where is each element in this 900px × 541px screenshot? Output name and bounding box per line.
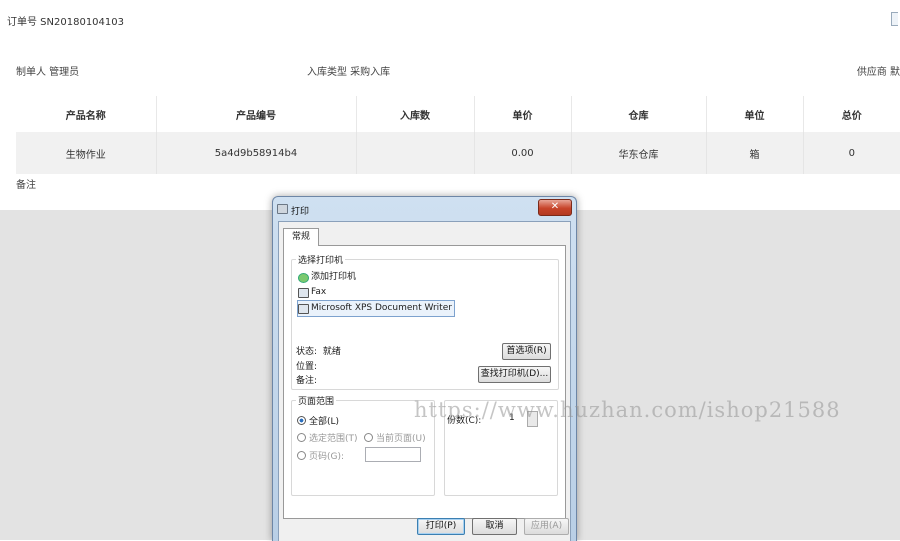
supplier-field: 供应商 默	[856, 67, 900, 78]
stock-in-type-field: 入库类型 采购入库	[307, 67, 391, 78]
printer-item-label: Fax	[311, 287, 327, 297]
tab-panel-general: 选择打印机 添加打印机 Fax Microsoft XPS Document W…	[283, 245, 566, 519]
status-row: 状态: 就绪	[296, 344, 341, 357]
watermark-text: https://www.huzhan.com/ishop21588	[414, 398, 841, 422]
header-unit-price: 单价	[474, 96, 572, 132]
printer-item-add[interactable]: 添加打印机	[298, 270, 556, 285]
order-number: 订单号 SN20180104103	[7, 17, 124, 28]
remark-label: 备注	[16, 180, 36, 191]
cell-total: 0	[803, 132, 900, 174]
print-icon[interactable]	[891, 12, 898, 26]
pages-input[interactable]	[365, 447, 421, 462]
printer-list[interactable]: 添加打印机 Fax Microsoft XPS Document Writer	[294, 264, 556, 317]
order-page: 订单号 SN20180104103 制单人 管理员 入库类型 采购入库 供应商 …	[0, 0, 900, 210]
table-header-row: 产品名称 产品编号 入库数 单价 仓库 单位 总价	[16, 96, 900, 132]
status-label: 状态:	[296, 347, 318, 357]
range-selection-label: 选定范围(T)	[309, 434, 358, 444]
status-value: 就绪	[322, 347, 341, 357]
header-total: 总价	[803, 96, 900, 132]
close-button[interactable]: ✕	[538, 199, 572, 216]
radio-icon	[297, 451, 306, 460]
range-all-radio[interactable]: 全部(L)	[297, 414, 339, 427]
close-icon: ✕	[550, 201, 560, 212]
location-label: 位置:	[296, 362, 318, 372]
apply-button[interactable]: 应用(A)	[524, 518, 569, 535]
table-row: 生物作业 5a4d9b58914b4 0.00 华东仓库 箱 0	[16, 132, 900, 174]
tab-general[interactable]: 常规	[283, 228, 319, 246]
page-range-legend: 页面范围	[296, 394, 337, 407]
header-warehouse: 仓库	[571, 96, 707, 132]
printer-item-label: 添加打印机	[311, 272, 357, 282]
radio-selected-icon	[297, 416, 306, 425]
printer-item-fax[interactable]: Fax	[298, 285, 556, 300]
cell-product-code: 5a4d9b58914b4	[156, 132, 357, 174]
cell-unit: 箱	[706, 132, 804, 174]
header-product-name: 产品名称	[16, 96, 157, 132]
printer-item-label: Microsoft XPS Document Writer	[311, 303, 452, 313]
add-printer-icon	[298, 272, 309, 283]
printer-item-xps[interactable]: Microsoft XPS Document Writer	[297, 300, 455, 317]
printer-icon	[277, 204, 288, 214]
cell-unit-price: 0.00	[474, 132, 572, 174]
dialog-body: 常规 选择打印机 添加打印机 Fax Microsoft XPS Documen…	[278, 221, 571, 541]
radio-icon	[297, 433, 306, 442]
cell-product-name: 生物作业	[16, 132, 157, 174]
dialog-title: 打印	[291, 207, 310, 217]
goods-table: 产品名称 产品编号 入库数 单价 仓库 单位 总价 生物作业 5a4d9b589…	[16, 96, 900, 174]
select-printer-group: 选择打印机 添加打印机 Fax Microsoft XPS Document W…	[291, 253, 559, 390]
range-current-label: 当前页面(U)	[376, 434, 426, 444]
preferences-button[interactable]: 首选项(R)	[502, 343, 551, 360]
header-unit: 单位	[706, 96, 804, 132]
find-printer-button[interactable]: 查找打印机(D)...	[478, 366, 551, 383]
creator-field: 制单人 管理员	[16, 67, 80, 78]
fax-icon	[298, 287, 309, 298]
print-button[interactable]: 打印(P)	[417, 518, 465, 535]
header-product-code: 产品编号	[156, 96, 357, 132]
header-quantity: 入库数	[356, 96, 475, 132]
range-selection-radio[interactable]: 选定范围(T)	[297, 431, 358, 444]
comment-label: 备注:	[296, 376, 318, 386]
dialog-titlebar[interactable]: 打印 ✕	[273, 197, 576, 221]
cell-warehouse: 华东仓库	[571, 132, 707, 174]
cancel-button[interactable]: 取消	[472, 518, 517, 535]
print-dialog: 打印 ✕ 常规 选择打印机 添加打印机 Fax Microsoft XPS Do…	[272, 196, 577, 541]
range-all-label: 全部(L)	[309, 417, 340, 427]
range-pages-radio[interactable]: 页码(G):	[297, 449, 344, 462]
printer-icon	[298, 303, 309, 314]
range-current-radio[interactable]: 当前页面(U)	[364, 431, 426, 444]
range-pages-label: 页码(G):	[309, 452, 345, 462]
radio-icon	[364, 433, 373, 442]
cell-quantity	[356, 132, 475, 174]
